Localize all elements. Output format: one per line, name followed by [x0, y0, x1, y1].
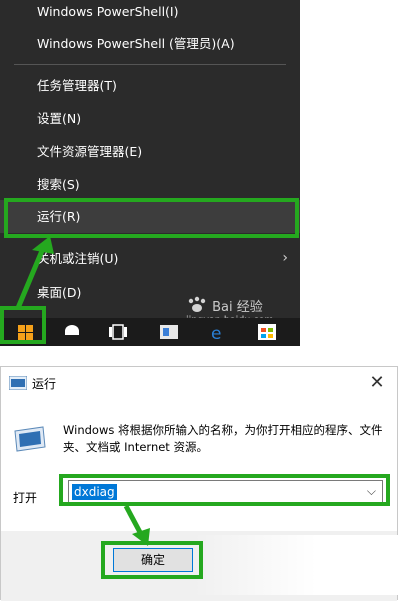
run-titlebar: 运行 ✕	[1, 367, 397, 401]
run-program-icon	[14, 426, 46, 452]
run-body: Windows 将根据你所输入的名称，为你打开相应的程序、文件夹、文档或 Int…	[1, 401, 397, 531]
green-arrow-icon	[15, 236, 54, 309]
start-button[interactable]	[4, 320, 44, 344]
menu-item-settings[interactable]: 设置(N)	[0, 102, 300, 135]
chevron-right-icon: ›	[282, 250, 288, 266]
menu-item-file-explorer[interactable]: 文件资源管理器(E)	[0, 135, 300, 168]
open-input[interactable]: dxdiag ⌵	[68, 480, 383, 504]
edge-icon[interactable]: e	[207, 322, 229, 344]
run-dialog-title: 运行	[32, 377, 57, 391]
menu-item-powershell-admin[interactable]: Windows PowerShell (管理员)(A)	[0, 27, 300, 60]
menu-separator	[14, 64, 286, 65]
close-icon[interactable]: ✕	[367, 371, 387, 395]
paw-icon	[188, 296, 206, 312]
run-description: Windows 将根据你所输入的名称，为你打开相应的程序、文件夹、文档或 Int…	[63, 423, 383, 454]
taskbar: e	[0, 318, 300, 346]
app-icon[interactable]	[158, 322, 180, 342]
watermark-brand: Bai 经验	[186, 296, 263, 315]
open-input-value: dxdiag	[72, 484, 117, 500]
store-icon[interactable]	[256, 322, 278, 342]
open-label: 打开	[13, 491, 38, 505]
windows-logo-icon	[18, 325, 34, 341]
watermark-text: Bai 经验	[212, 300, 263, 315]
footer-fade	[193, 535, 399, 595]
cortana-icon[interactable]	[61, 322, 83, 342]
task-view-icon[interactable]	[107, 322, 129, 342]
menu-item-run[interactable]: 运行(R)	[0, 200, 300, 233]
run-app-icon	[9, 376, 27, 390]
menu-item-search[interactable]: 搜索(S)	[0, 168, 300, 201]
run-dialog: 运行 ✕ Windows 将根据你所输入的名称，为你打开相应的程序、文件夹、文档…	[0, 366, 399, 601]
green-arrow-icon	[123, 504, 150, 546]
chevron-down-icon[interactable]: ⌵	[367, 484, 376, 499]
run-footer: 确定	[1, 531, 399, 601]
menu-item-task-manager[interactable]: 任务管理器(T)	[0, 69, 300, 102]
ok-button[interactable]: 确定	[113, 548, 193, 572]
svg-text:e: e	[211, 324, 221, 342]
menu-item-powershell[interactable]: Windows PowerShell(I)	[0, 0, 300, 28]
